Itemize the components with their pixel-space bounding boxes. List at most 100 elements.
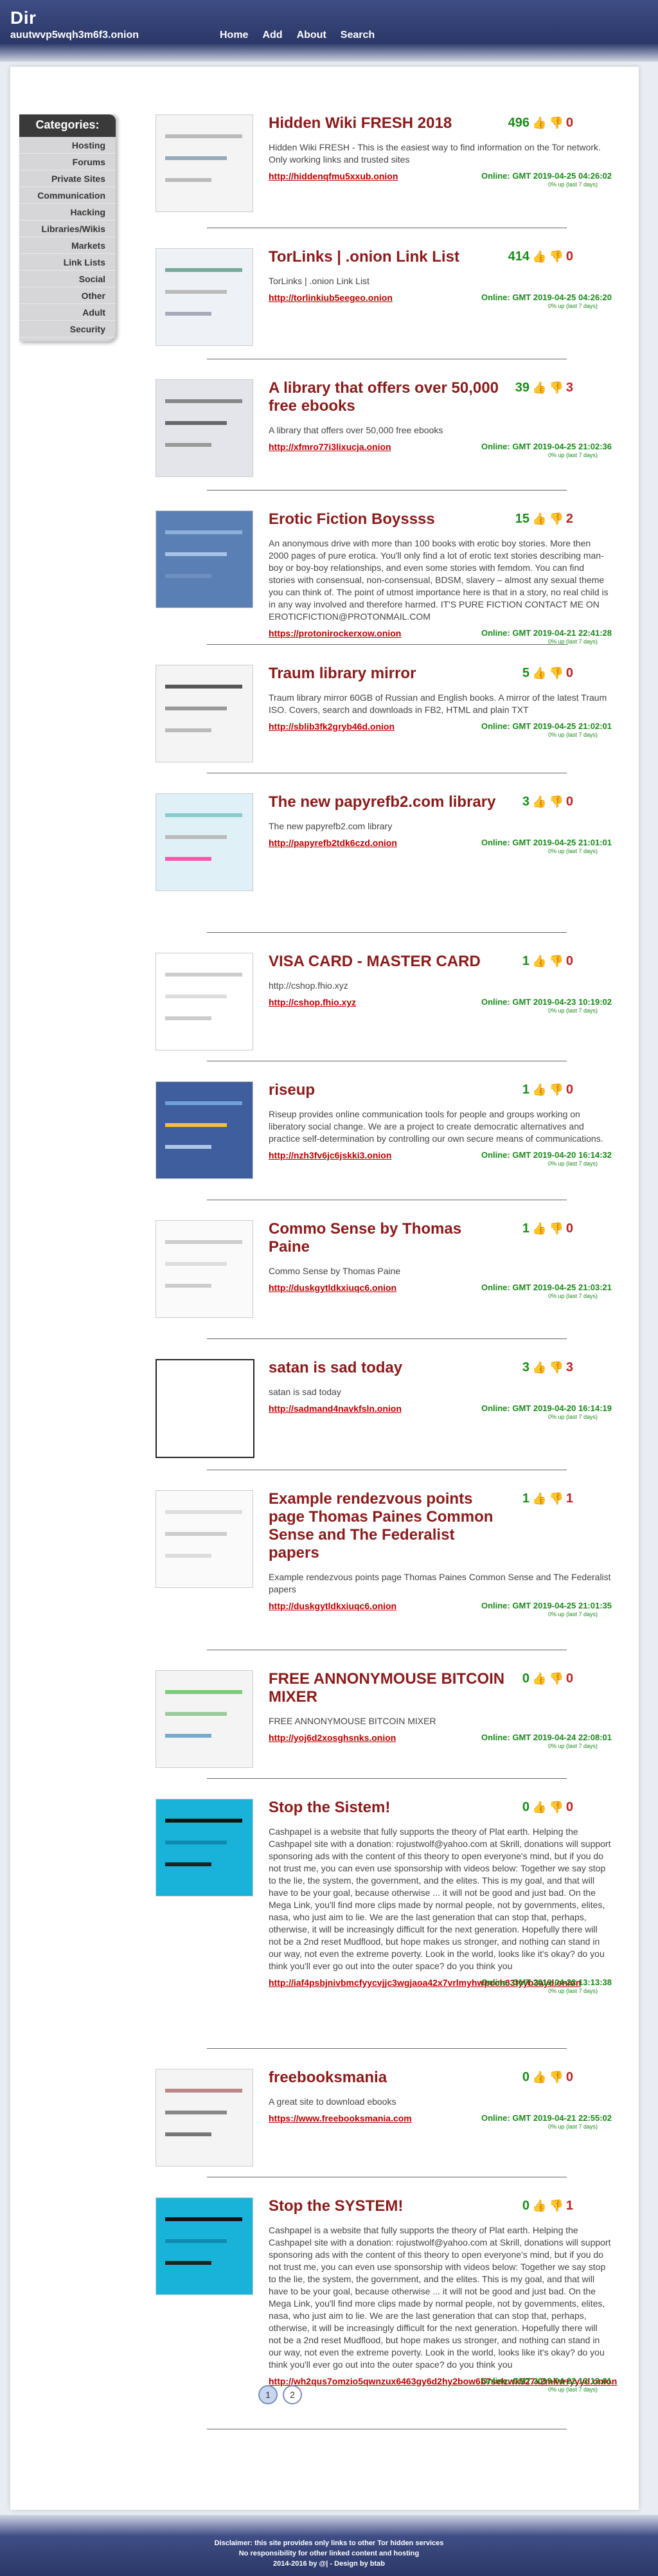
site-screenshot-thumbnail[interactable]: [156, 510, 253, 608]
entry-title[interactable]: TorLinks | .onion Link List: [269, 248, 506, 266]
nav-about-link[interactable]: About: [297, 30, 326, 41]
site-screenshot-thumbnail[interactable]: [156, 953, 253, 1050]
entry-link[interactable]: http://sadmand4navkfsln.onion: [269, 1403, 402, 1414]
thumbs-up-icon[interactable]: 👍: [532, 1083, 546, 1097]
thumbs-down-icon[interactable]: 👎: [549, 1801, 563, 1814]
sidebar-item-communication[interactable]: Communication: [19, 187, 116, 204]
sidebar-item-link-lists[interactable]: Link Lists: [19, 254, 116, 271]
entry-link-row: http://nzh3fv6jc6jskki3.onion Online: GMT…: [269, 1150, 612, 1169]
entry-title[interactable]: A library that offers over 50,000 free e…: [269, 379, 506, 415]
thumbnail-content-line: [165, 707, 227, 710]
page-2-button[interactable]: 2: [283, 2385, 302, 2404]
entry-link[interactable]: http://hiddenqfmu5xxub.onion: [269, 171, 398, 181]
sidebar-item-adult[interactable]: Adult: [19, 304, 116, 321]
thumbs-up-icon[interactable]: 👍: [532, 250, 546, 264]
thumbs-down-icon[interactable]: 👎: [549, 1492, 563, 1506]
entry-title[interactable]: riseup: [269, 1081, 506, 1099]
site-screenshot-thumbnail[interactable]: [156, 1490, 253, 1588]
site-screenshot-thumbnail[interactable]: [156, 1220, 253, 1318]
entry-link-row: http://iaf4psbjnivbmcfyycvjjc3wgjaoa42x7…: [269, 1977, 612, 1997]
entry-title[interactable]: satan is sad today: [269, 1359, 506, 1377]
sidebar-item-other[interactable]: Other: [19, 287, 116, 304]
thumbs-down-icon[interactable]: 👎: [549, 116, 563, 130]
thumbs-down-icon[interactable]: 👎: [549, 1361, 563, 1374]
entry-title[interactable]: Stop the Sistem!: [269, 1799, 506, 1817]
nav-home-link[interactable]: Home: [220, 30, 248, 41]
sidebar-item-social[interactable]: Social: [19, 271, 116, 287]
sidebar-item-hacking[interactable]: Hacking: [19, 204, 116, 221]
thumbnail-content-line: [165, 2089, 242, 2093]
thumbs-down-icon[interactable]: 👎: [549, 250, 563, 264]
thumbs-up-icon[interactable]: 👍: [532, 667, 546, 680]
entry-title[interactable]: Stop the SYSTEM!: [269, 2197, 506, 2215]
site-screenshot-thumbnail[interactable]: [156, 1670, 253, 1768]
thumbs-up-icon[interactable]: 👍: [532, 1222, 546, 1236]
site-screenshot-thumbnail[interactable]: [156, 114, 253, 212]
entry-link[interactable]: http://yoj6d2xosghsnks.onion: [269, 1733, 396, 1743]
entry-link[interactable]: http://xfmro77i3lixucja.onion: [269, 442, 391, 452]
thumbs-up-icon[interactable]: 👍: [532, 1801, 546, 1814]
thumbs-up-icon[interactable]: 👍: [532, 1361, 546, 1374]
site-screenshot-thumbnail[interactable]: [156, 379, 253, 477]
thumbs-up-icon[interactable]: 👍: [532, 2071, 546, 2084]
sidebar-item-hosting[interactable]: Hosting: [19, 137, 116, 154]
sidebar-item-forums[interactable]: Forums: [19, 154, 116, 170]
nav-search-link[interactable]: Search: [341, 30, 375, 41]
entry-title[interactable]: VISA CARD - MASTER CARD: [269, 953, 506, 971]
entry-description: A great site to download ebooks: [269, 2096, 396, 2107]
thumbs-up-icon[interactable]: 👍: [532, 1672, 546, 1686]
page-1-button[interactable]: 1: [258, 2385, 278, 2404]
site-title[interactable]: Dir: [10, 8, 36, 28]
thumbs-up-icon[interactable]: 👍: [532, 1492, 546, 1506]
entry-title[interactable]: Traum library mirror: [269, 665, 506, 683]
thumbs-down-icon[interactable]: 👎: [549, 2071, 563, 2084]
thumbs-down-icon[interactable]: 👎: [549, 381, 563, 395]
site-screenshot-thumbnail[interactable]: [156, 248, 253, 346]
thumbnail-content-line: [165, 857, 211, 861]
entry-link[interactable]: http://duskgytldkxiuqc6.onion: [269, 1283, 396, 1293]
thumbs-down-icon[interactable]: 👎: [549, 667, 563, 680]
thumbs-down-icon[interactable]: 👎: [549, 955, 563, 968]
entry-title[interactable]: The new papyrefb2.com library: [269, 793, 506, 811]
entry-link[interactable]: http://papyrefb2tdk6czd.onion: [269, 838, 397, 848]
thumbs-down-icon[interactable]: 👎: [549, 2199, 563, 2213]
thumbs-down-icon[interactable]: 👎: [549, 1083, 563, 1097]
thumbs-down-icon[interactable]: 👎: [549, 795, 563, 809]
thumbs-down-icon[interactable]: 👎: [549, 1222, 563, 1236]
site-screenshot-thumbnail[interactable]: [156, 2197, 253, 2295]
entry-link[interactable]: http://nzh3fv6jc6jskki3.onion: [269, 1150, 391, 1160]
entry-link[interactable]: https://www.freebooksmania.com: [269, 2113, 412, 2123]
entry-link[interactable]: http://torlinkiub5eegeo.onion: [269, 293, 393, 303]
entry-title[interactable]: FREE ANNONYMOUSE BITCOIN MIXER: [269, 1670, 506, 1706]
thumbs-up-icon[interactable]: 👍: [532, 512, 546, 526]
thumbs-up-icon[interactable]: 👍: [532, 2199, 546, 2213]
thumbs-down-icon[interactable]: 👎: [549, 1672, 563, 1686]
site-screenshot-thumbnail[interactable]: [156, 793, 253, 891]
online-status: Online: GMT 2019-04-25 21:01:01: [481, 838, 612, 847]
entry-title[interactable]: Hidden Wiki FRESH 2018: [269, 114, 506, 132]
entry-link[interactable]: https://protonirockerxow.onion: [269, 628, 401, 638]
sidebar-item-markets[interactable]: Markets: [19, 237, 116, 254]
entry-title[interactable]: freebooksmania: [269, 2069, 506, 2087]
sidebar-item-private-sites[interactable]: Private Sites: [19, 170, 116, 187]
site-screenshot-thumbnail[interactable]: [156, 665, 253, 762]
entry-link[interactable]: http://duskgytldkxiuqc6.onion: [269, 1601, 396, 1611]
sidebar-item-libraries-wikis[interactable]: Libraries/Wikis: [19, 221, 116, 237]
site-screenshot-thumbnail[interactable]: [156, 1081, 253, 1179]
nav-add-link[interactable]: Add: [262, 30, 282, 41]
thumbs-up-icon[interactable]: 👍: [532, 116, 546, 130]
thumbnail-content-line: [165, 1240, 242, 1244]
entry-link[interactable]: http://cshop.fhio.xyz: [269, 997, 356, 1007]
site-screenshot-thumbnail[interactable]: [156, 2069, 253, 2166]
entry-title[interactable]: Commo Sense by Thomas Paine: [269, 1220, 506, 1256]
site-screenshot-thumbnail[interactable]: [156, 1359, 254, 1458]
entry-title[interactable]: Erotic Fiction Boyssss: [269, 510, 506, 528]
thumbs-up-icon[interactable]: 👍: [532, 795, 546, 809]
thumbs-down-icon[interactable]: 👎: [549, 512, 563, 526]
entry-title[interactable]: Example rendezvous points page Thomas Pa…: [269, 1490, 506, 1562]
thumbs-up-icon[interactable]: 👍: [532, 955, 546, 968]
site-screenshot-thumbnail[interactable]: [156, 1799, 253, 1896]
thumbs-up-icon[interactable]: 👍: [532, 381, 546, 395]
entry-link[interactable]: http://sblib3fk2gryb46d.onion: [269, 721, 395, 732]
sidebar-item-security[interactable]: Security: [19, 321, 116, 338]
